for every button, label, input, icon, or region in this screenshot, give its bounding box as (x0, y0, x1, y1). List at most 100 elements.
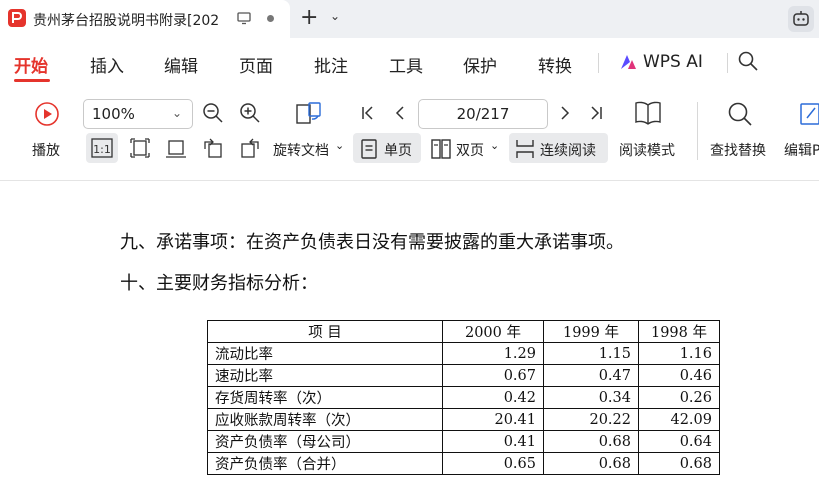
document-page: 九、承诺事项：在资产负债表日没有需要披露的重大承诺事项。 十、主要财务指标分析：… (0, 181, 819, 500)
paragraph-financial-indicators: 十、主要财务指标分析： (120, 273, 318, 294)
menu-divider (598, 53, 599, 73)
tab-list-chevron-icon[interactable]: ⌄ (330, 9, 340, 23)
monitor-icon[interactable] (237, 10, 251, 25)
assistant-robot-icon[interactable] (788, 6, 814, 32)
table-cell: 0.68 (638, 452, 720, 475)
table-cell: 1.15 (543, 342, 639, 365)
table-header-cell: 1998 年 (638, 320, 720, 343)
single-page-icon (359, 138, 379, 164)
table-cell: 0.26 (638, 386, 720, 409)
unsaved-dot-icon[interactable] (267, 15, 274, 22)
menu-edit[interactable]: 编辑 (164, 52, 198, 77)
double-page-icon[interactable] (430, 138, 452, 164)
table-cell: 存货周转率（次） (207, 386, 443, 409)
book-icon[interactable] (634, 100, 662, 130)
table-row: 应收账款周转率（次） 20.41 20.22 42.09 (207, 408, 720, 431)
table-row: 资产负债率（母公司） 0.41 0.68 0.64 (207, 430, 720, 453)
table-cell: 0.64 (638, 430, 720, 453)
zoom-out-icon[interactable] (201, 101, 225, 129)
wps-ai-logo-icon (619, 54, 637, 70)
tab-bar: 贵州茅台招股说明书附录[202 + ⌄ (0, 0, 819, 38)
table-cell: 0.68 (543, 452, 639, 475)
find-replace-label[interactable]: 查找替换 (710, 140, 766, 160)
chevron-down-icon[interactable]: ⌄ (335, 139, 344, 152)
zoom-select[interactable]: 100% ⌄ (83, 99, 193, 129)
document-tab[interactable]: 贵州茅台招股说明书附录[202 (0, 0, 290, 38)
table-cell: 0.68 (543, 430, 639, 453)
rotate-document-label[interactable]: 旋转文档 (273, 140, 329, 160)
find-icon[interactable] (726, 100, 754, 132)
menu-convert[interactable]: 转换 (538, 52, 572, 77)
fit-page-icon[interactable] (128, 136, 152, 164)
table-cell: 1.16 (638, 342, 720, 365)
continuous-reading-label: 连续阅读 (540, 143, 596, 159)
new-tab-plus-icon[interactable]: + (300, 7, 318, 29)
table-cell: 1.29 (442, 342, 544, 365)
table-cell: 0.42 (442, 386, 544, 409)
rotate-right-icon[interactable] (238, 136, 262, 164)
table-cell: 流动比率 (207, 342, 443, 365)
menu-page[interactable]: 页面 (239, 52, 273, 77)
svg-text:1:1: 1:1 (93, 143, 111, 156)
table-cell: 20.41 (442, 408, 544, 431)
menu-bar: 开始 插入 编辑 页面 批注 工具 保护 转换 WPS AI (0, 38, 819, 88)
first-page-icon[interactable] (359, 104, 377, 126)
table-cell: 0.41 (442, 430, 544, 453)
single-page-label: 单页 (384, 143, 412, 159)
menu-tools[interactable]: 工具 (389, 52, 423, 77)
table-header-row: 项 目 2000 年 1999 年 1998 年 (207, 320, 720, 343)
menu-protect[interactable]: 保护 (463, 52, 497, 77)
document-tab-title: 贵州茅台招股说明书附录[202 (33, 13, 220, 29)
menu-divider-2 (727, 53, 728, 73)
continuous-reading-icon (514, 138, 536, 164)
page-number-input[interactable]: 20/217 (418, 99, 548, 129)
table-row: 资产负债率（合并） 0.65 0.68 0.68 (207, 452, 720, 475)
chevron-down-icon[interactable]: ⌄ (490, 139, 499, 152)
menu-comment[interactable]: 批注 (314, 52, 348, 77)
menu-start[interactable]: 开始 (14, 52, 48, 77)
table-header-cell: 项 目 (207, 320, 443, 343)
play-label[interactable]: 播放 (32, 140, 60, 160)
previous-page-icon[interactable] (391, 104, 409, 126)
table-row: 存货周转率（次） 0.42 0.34 0.26 (207, 386, 720, 409)
search-icon[interactable] (737, 50, 759, 72)
fit-width-icon[interactable] (164, 136, 188, 164)
table-cell: 0.65 (442, 452, 544, 475)
edit-pdf-label[interactable]: 编辑P (784, 140, 819, 160)
toolbar-divider (697, 102, 698, 160)
menu-wps-ai[interactable]: WPS AI (643, 52, 703, 72)
chevron-down-icon: ⌄ (172, 106, 183, 120)
reading-mode-label[interactable]: 阅读模式 (619, 140, 675, 160)
table-cell: 0.46 (638, 364, 720, 387)
page-number-value: 20/217 (456, 105, 510, 123)
table-cell: 速动比率 (207, 364, 443, 387)
actual-size-icon[interactable]: 1:1 (90, 136, 114, 164)
double-page-label[interactable]: 双页 (456, 140, 484, 160)
table-row: 速动比率 0.67 0.47 0.46 (207, 364, 720, 387)
table-cell: 0.67 (442, 364, 544, 387)
toolbar: 播放 100% ⌄ 1:1 旋转文档 ⌄ 20/217 单页 双页 ⌄ 连续阅读… (0, 88, 819, 181)
table-cell: 应收账款周转率（次） (207, 408, 443, 431)
zoom-in-icon[interactable] (238, 101, 262, 129)
financial-indicator-table: 项 目 2000 年 1999 年 1998 年 流动比率 1.29 1.15 … (207, 320, 720, 475)
table-header-cell: 2000 年 (442, 320, 544, 343)
active-tab-underline (14, 79, 50, 82)
rotate-document-icon[interactable] (294, 99, 324, 131)
table-header-cell: 1999 年 (543, 320, 639, 343)
next-page-icon[interactable] (556, 104, 574, 126)
menu-insert[interactable]: 插入 (90, 52, 124, 77)
table-cell: 0.34 (543, 386, 639, 409)
play-icon[interactable] (34, 101, 60, 131)
table-cell: 资产负债率（合并） (207, 452, 443, 475)
table-cell: 0.47 (543, 364, 639, 387)
table-row: 流动比率 1.29 1.15 1.16 (207, 342, 720, 365)
pdf-app-icon (8, 9, 26, 27)
edit-pdf-icon[interactable] (799, 100, 819, 132)
table-cell: 20.22 (543, 408, 639, 431)
paragraph-commitments: 九、承诺事项：在资产负债表日没有需要披露的重大承诺事项。 (120, 232, 624, 253)
zoom-value: 100% (92, 105, 135, 123)
table-cell: 资产负债率（母公司） (207, 430, 443, 453)
rotate-left-icon[interactable] (201, 136, 225, 164)
table-cell: 42.09 (638, 408, 720, 431)
last-page-icon[interactable] (587, 104, 605, 126)
